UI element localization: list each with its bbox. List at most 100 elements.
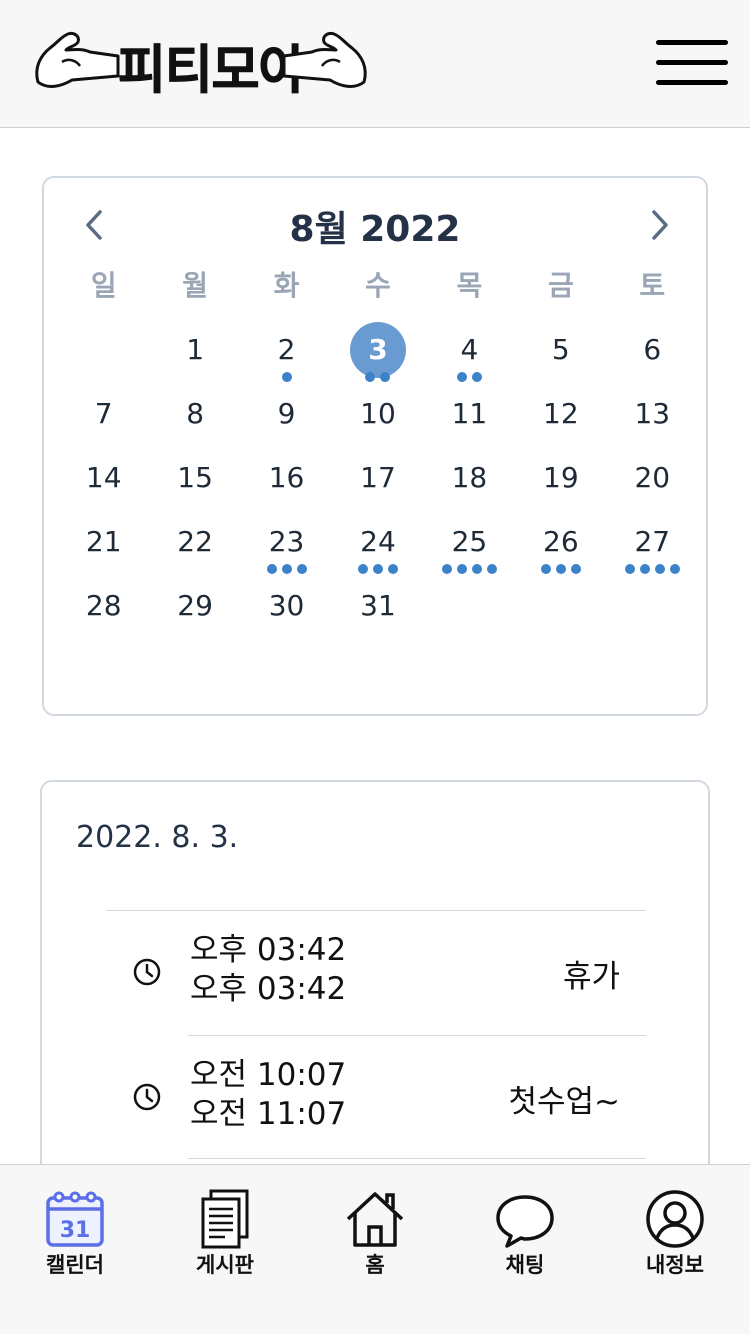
- calendar-day[interactable]: 13: [607, 382, 698, 446]
- nav-item-my-info[interactable]: 내정보: [600, 1165, 750, 1285]
- event-dot: [654, 564, 665, 574]
- calendar-grid: 1 2 3 4 5 6 7 8 9 10 11 12 13 14 15 16 17 18 19 20 21 22 23 24 2…: [58, 318, 698, 638]
- calendar-day[interactable]: 22: [149, 510, 240, 574]
- app-logo[interactable]: 피티모아: [30, 28, 370, 102]
- event-dot: [266, 564, 277, 574]
- event-dot: [639, 564, 650, 574]
- event-dot: [296, 564, 307, 574]
- calendar-icon-day: 31: [60, 1218, 91, 1243]
- calendar-day[interactable]: 25: [424, 510, 515, 574]
- calendar-day[interactable]: 7: [58, 382, 149, 446]
- flexed-arm-right-icon: [282, 32, 367, 88]
- calendar-day[interactable]: 23: [241, 510, 332, 574]
- calendar-day[interactable]: 30: [241, 574, 332, 638]
- nav-item-calendar[interactable]: 31 캘린더: [0, 1165, 150, 1285]
- calendar-day[interactable]: 20: [607, 446, 698, 510]
- calendar-day-number: 20: [634, 461, 671, 494]
- calendar-day-number: 19: [543, 461, 579, 494]
- nav-item-board[interactable]: 게시판: [150, 1165, 300, 1285]
- calendar-day[interactable]: 10: [332, 382, 423, 446]
- calendar-day[interactable]: 14: [58, 446, 149, 510]
- calendar-day[interactable]: 6: [607, 318, 698, 382]
- event-dot: [441, 564, 452, 574]
- nav-item-home[interactable]: 홈: [300, 1165, 450, 1285]
- calendar-day[interactable]: 3: [332, 318, 423, 382]
- calendar-day-number: 16: [268, 461, 305, 494]
- calendar-day-number: 29: [177, 589, 213, 622]
- calendar-day[interactable]: 27: [607, 510, 698, 574]
- event-list: 오후 03:42 오후 03:42 휴가 오전 10:07 오전 11:07 첫…: [106, 910, 646, 1159]
- menu-bar: [656, 40, 728, 45]
- calendar-day-number: 30: [268, 589, 305, 622]
- calendar-day-number: 14: [85, 461, 122, 494]
- calendar-day-number: 27: [634, 525, 671, 558]
- event-dot: [486, 564, 497, 574]
- event-indicator: [332, 372, 423, 382]
- calendar-day[interactable]: 21: [58, 510, 149, 574]
- calendar-day-number: 25: [451, 525, 488, 558]
- calendar-day[interactable]: 12: [515, 382, 606, 446]
- weekday-label: 금: [547, 269, 574, 302]
- calendar-day[interactable]: 29: [149, 574, 240, 638]
- calendar-day[interactable]: 24: [332, 510, 423, 574]
- event-dot: [456, 372, 467, 382]
- calendar-day[interactable]: 18: [424, 446, 515, 510]
- event-dot: [387, 564, 398, 574]
- event-dot: [456, 564, 467, 574]
- calendar-day-number: 5: [551, 333, 570, 366]
- calendar-blank-cell: [58, 318, 149, 382]
- event-item[interactable]: 오전 10:07 오전 11:07 첫수업~: [133, 1035, 646, 1159]
- event-dot: [372, 564, 383, 574]
- event-title: 첫수업~: [508, 1084, 620, 1120]
- event-indicator: [241, 372, 332, 382]
- calendar-day[interactable]: 15: [149, 446, 240, 510]
- calendar-day[interactable]: 26: [515, 510, 606, 574]
- weekday-label: 일: [90, 269, 117, 302]
- calendar-day[interactable]: 28: [58, 574, 149, 638]
- event-dot: [555, 564, 566, 574]
- event-times: 오전 10:07 오전 11:07: [190, 1056, 346, 1134]
- event-dot: [357, 564, 368, 574]
- home-icon: [346, 1192, 404, 1247]
- calendar-day[interactable]: 9: [241, 382, 332, 446]
- calendar-day-number: 1: [186, 333, 205, 366]
- event-dot: [669, 564, 680, 574]
- calendar-day[interactable]: 4: [424, 318, 515, 382]
- calendar-day[interactable]: 5: [515, 318, 606, 382]
- weekday-label: 수: [365, 269, 391, 302]
- event-item[interactable]: 오후 03:42 오후 03:42 휴가: [106, 911, 646, 1035]
- calendar-day-number: 28: [85, 589, 122, 622]
- calendar-day[interactable]: 2: [241, 318, 332, 382]
- document-icon: [201, 1189, 249, 1249]
- calendar-day-number: 8: [186, 397, 205, 430]
- next-month-button[interactable]: [640, 200, 680, 250]
- weekday-label: 목: [456, 269, 483, 302]
- user-icon: [646, 1190, 704, 1248]
- event-dot: [624, 564, 635, 574]
- calendar-card: 8월 2022 일월화수목금토 1 2 3 4 5 6 7 8 9 10 11 12 13 14 15 16 1…: [42, 176, 708, 716]
- event-end-time: 오전 11:07: [190, 1096, 347, 1132]
- event-indicator: [424, 372, 515, 382]
- event-dot: [540, 564, 551, 574]
- calendar-day[interactable]: 11: [424, 382, 515, 446]
- event-dot: [365, 372, 376, 382]
- event-end-time: 오후 03:42: [190, 971, 347, 1007]
- menu-bar: [656, 60, 728, 65]
- calendar-month-title: 8월 2022: [289, 209, 461, 250]
- calendar-day[interactable]: 19: [515, 446, 606, 510]
- hamburger-menu-icon[interactable]: [656, 40, 728, 86]
- calendar-day[interactable]: 1: [149, 318, 240, 382]
- calendar-day[interactable]: 16: [241, 446, 332, 510]
- calendar-day[interactable]: 31: [332, 574, 423, 638]
- calendar-icon: 31: [46, 1191, 104, 1247]
- calendar-day-number: 4: [460, 333, 479, 366]
- menu-bar: [656, 80, 728, 85]
- calendar-day[interactable]: 17: [332, 446, 423, 510]
- bottom-navigation: 31 캘린더 게시판 홈 채팅 내정보: [0, 1164, 750, 1334]
- calendar-day-number: 26: [543, 525, 579, 558]
- calendar-day[interactable]: 8: [149, 382, 240, 446]
- nav-label: 내정보: [646, 1253, 704, 1277]
- nav-item-chat[interactable]: 채팅: [450, 1165, 600, 1285]
- weekday-header: 일월화수목금토: [58, 266, 698, 306]
- calendar-day-number: 7: [94, 397, 113, 430]
